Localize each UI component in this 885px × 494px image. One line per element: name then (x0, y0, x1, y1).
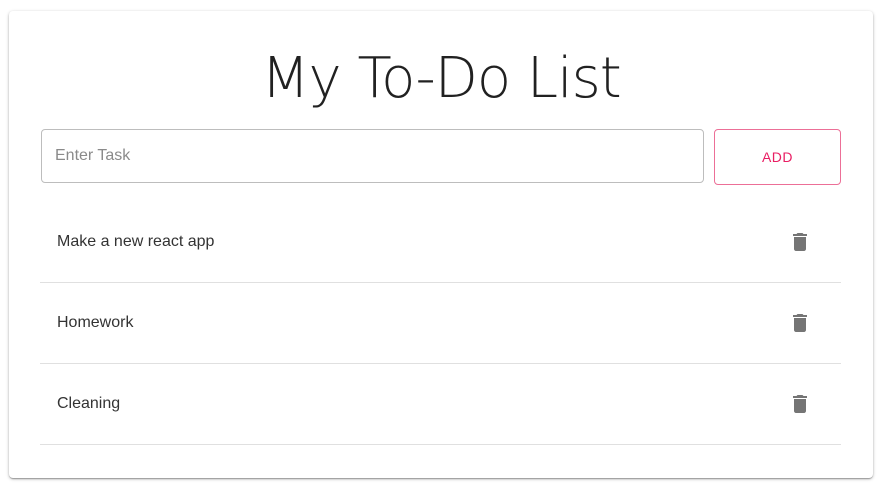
delete-button[interactable] (782, 386, 818, 422)
trash-icon (793, 395, 807, 413)
trash-icon (793, 233, 807, 251)
add-button[interactable]: ADD (714, 129, 841, 185)
list-item: Cleaning (40, 364, 841, 445)
trash-icon (793, 314, 807, 332)
todo-card: My To-Do List ADD Make a new react app H… (9, 11, 873, 478)
task-label: Cleaning (57, 395, 121, 412)
delete-button[interactable] (782, 305, 818, 341)
delete-button[interactable] (782, 224, 818, 260)
list-item: Homework (40, 283, 841, 364)
task-list: Make a new react app Homework Cleaning (40, 202, 841, 445)
page-title: My To-Do List (261, 46, 622, 111)
task-input[interactable] (41, 129, 704, 183)
list-item: Make a new react app (40, 202, 841, 283)
task-label: Homework (57, 314, 134, 331)
task-label: Make a new react app (57, 233, 215, 250)
